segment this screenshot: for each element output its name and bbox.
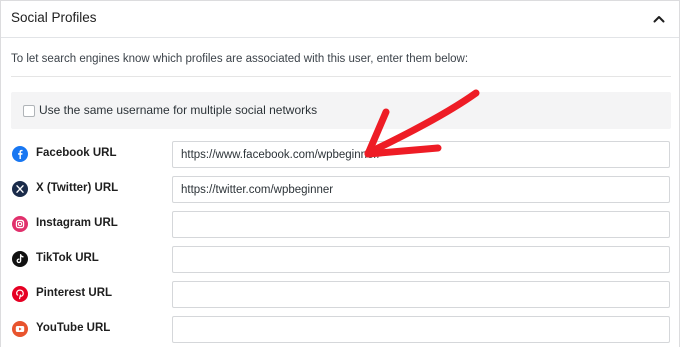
panel-description: To let search engines know which profile… bbox=[11, 53, 469, 65]
twitter-url-input[interactable] bbox=[172, 176, 670, 203]
tiktok-field-row: TikTok URL bbox=[1, 244, 680, 274]
tiktok-url-input[interactable] bbox=[172, 246, 670, 273]
facebook-url-input[interactable] bbox=[172, 141, 670, 168]
pinterest-field-row: Pinterest URL bbox=[1, 279, 680, 309]
panel-header[interactable]: Social Profiles bbox=[1, 1, 679, 38]
youtube-url-input[interactable] bbox=[172, 316, 670, 343]
twitter-url-label: X (Twitter) URL bbox=[36, 182, 119, 194]
same-username-checkbox[interactable] bbox=[23, 105, 35, 117]
instagram-field-row: Instagram URL bbox=[1, 209, 680, 239]
panel-title: Social Profiles bbox=[11, 10, 97, 25]
facebook-url-label: Facebook URL bbox=[36, 147, 117, 159]
same-username-label[interactable]: Use the same username for multiple socia… bbox=[39, 103, 317, 117]
pinterest-icon bbox=[12, 286, 28, 302]
tiktok-icon bbox=[12, 251, 28, 267]
same-username-row: Use the same username for multiple socia… bbox=[11, 92, 671, 129]
twitter-field-row: X (Twitter) URL bbox=[1, 174, 680, 204]
chevron-up-icon bbox=[653, 16, 665, 23]
tiktok-url-label: TikTok URL bbox=[36, 252, 99, 264]
social-profiles-panel: Social Profiles To let search engines kn… bbox=[0, 0, 680, 347]
instagram-url-label: Instagram URL bbox=[36, 217, 118, 229]
x-twitter-icon bbox=[12, 181, 28, 197]
facebook-field-row: Facebook URL bbox=[1, 139, 680, 169]
instagram-icon bbox=[12, 216, 28, 232]
pinterest-url-label: Pinterest URL bbox=[36, 287, 113, 299]
collapse-toggle-button[interactable] bbox=[649, 9, 669, 29]
youtube-icon bbox=[12, 321, 28, 337]
divider bbox=[11, 76, 671, 77]
youtube-field-row: YouTube URL bbox=[1, 314, 680, 344]
pinterest-url-input[interactable] bbox=[172, 281, 670, 308]
youtube-url-label: YouTube URL bbox=[36, 322, 111, 334]
instagram-url-input[interactable] bbox=[172, 211, 670, 238]
facebook-icon bbox=[12, 146, 28, 162]
